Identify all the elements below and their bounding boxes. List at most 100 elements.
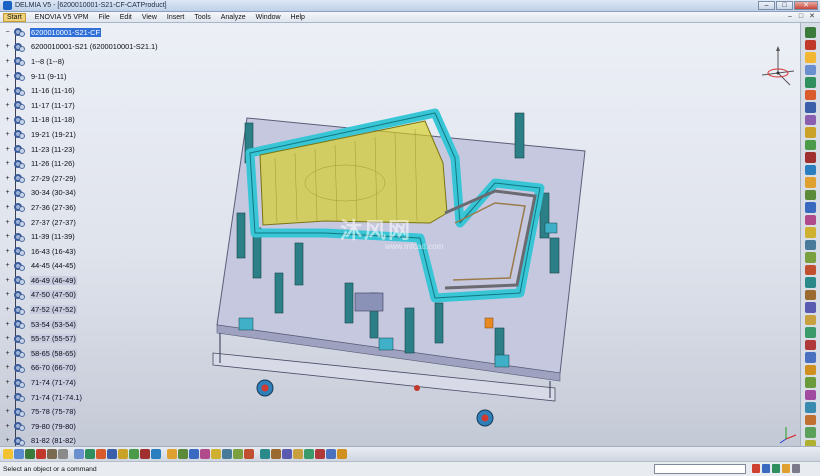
toolbar-tool-icon[interactable] bbox=[805, 64, 816, 75]
toolbar-tool-icon[interactable] bbox=[805, 127, 816, 138]
toolbar-tool-icon[interactable] bbox=[36, 449, 46, 459]
toolbar-tool-icon[interactable] bbox=[282, 449, 292, 459]
toolbar-tool-icon[interactable] bbox=[805, 102, 816, 113]
tree-node[interactable]: +47-52 (47-52) bbox=[4, 302, 164, 317]
toolbar-tool-icon[interactable] bbox=[805, 189, 816, 200]
toolbar-tool-icon[interactable] bbox=[805, 214, 816, 225]
menu-help[interactable]: Help bbox=[286, 14, 310, 21]
command-input[interactable] bbox=[654, 464, 746, 474]
expand-icon[interactable]: + bbox=[4, 175, 11, 182]
toolbar-tool-icon[interactable] bbox=[805, 77, 816, 88]
toolbar-tool-icon[interactable] bbox=[244, 449, 254, 459]
tree-node[interactable]: +16-43 (16-43) bbox=[4, 244, 164, 259]
tree-node[interactable]: +27-37 (27-37) bbox=[4, 215, 164, 230]
toolbar-tool-icon[interactable] bbox=[805, 352, 816, 363]
menu-window[interactable]: Window bbox=[251, 14, 286, 21]
toolbar-tool-icon[interactable] bbox=[805, 277, 816, 288]
expand-icon[interactable]: + bbox=[4, 102, 11, 109]
tree-node[interactable]: +11-39 (11-39) bbox=[4, 229, 164, 244]
expand-icon[interactable]: + bbox=[4, 73, 11, 80]
expand-icon[interactable]: + bbox=[4, 423, 11, 430]
toolbar-tool-icon[interactable] bbox=[85, 449, 95, 459]
expand-icon[interactable]: + bbox=[4, 43, 11, 50]
menu-edit[interactable]: Edit bbox=[115, 14, 137, 21]
menu-view[interactable]: View bbox=[137, 14, 162, 21]
toolbar-tool-icon[interactable] bbox=[118, 449, 128, 459]
menu-tools[interactable]: Tools bbox=[189, 14, 215, 21]
tray-icon[interactable] bbox=[752, 464, 760, 473]
minimize-button[interactable]: – bbox=[758, 1, 775, 10]
tray-icon[interactable] bbox=[792, 464, 800, 473]
tree-root[interactable]: − 6200010001-S21-CF bbox=[4, 25, 164, 40]
toolbar-tool-icon[interactable] bbox=[74, 449, 84, 459]
tree-node[interactable]: +81-82 (81-82) bbox=[4, 434, 164, 446]
expand-icon[interactable]: + bbox=[4, 306, 11, 313]
expand-icon[interactable]: + bbox=[4, 160, 11, 167]
toolbar-tool-icon[interactable] bbox=[805, 164, 816, 175]
expand-icon[interactable]: + bbox=[4, 350, 11, 357]
collapse-icon[interactable]: − bbox=[4, 29, 11, 36]
toolbar-tool-icon[interactable] bbox=[3, 449, 13, 459]
toolbar-tool-icon[interactable] bbox=[805, 389, 816, 400]
toolbar-tool-icon[interactable] bbox=[167, 449, 177, 459]
tree-node[interactable]: +44-45 (44-45) bbox=[4, 259, 164, 274]
toolbar-tool-icon[interactable] bbox=[805, 52, 816, 63]
toolbar-tool-icon[interactable] bbox=[805, 227, 816, 238]
expand-icon[interactable]: + bbox=[4, 233, 11, 240]
3d-viewport[interactable]: 沐风网 www.mfcad.com − 6200010001-S21-CF +6… bbox=[0, 23, 800, 446]
toolbar-tool-icon[interactable] bbox=[805, 289, 816, 300]
toolbar-tool-icon[interactable] bbox=[315, 449, 325, 459]
tree-node[interactable]: +79-80 (79-80) bbox=[4, 419, 164, 434]
expand-icon[interactable]: + bbox=[4, 437, 11, 444]
toolbar-tool-icon[interactable] bbox=[211, 449, 221, 459]
doc-restore-button[interactable]: □ bbox=[797, 13, 805, 21]
menu-insert[interactable]: Insert bbox=[162, 14, 190, 21]
toolbar-tool-icon[interactable] bbox=[805, 264, 816, 275]
toolbar-tool-icon[interactable] bbox=[178, 449, 188, 459]
tray-icon[interactable] bbox=[782, 464, 790, 473]
toolbar-tool-icon[interactable] bbox=[805, 314, 816, 325]
toolbar-tool-icon[interactable] bbox=[58, 449, 68, 459]
expand-icon[interactable]: + bbox=[4, 58, 11, 65]
expand-icon[interactable]: + bbox=[4, 116, 11, 123]
expand-icon[interactable]: + bbox=[4, 335, 11, 342]
expand-icon[interactable]: + bbox=[4, 379, 11, 386]
toolbar-tool-icon[interactable] bbox=[337, 449, 347, 459]
tree-node[interactable]: +75-78 (75-78) bbox=[4, 404, 164, 419]
tree-node[interactable]: +71-74 (71-74.1) bbox=[4, 390, 164, 405]
expand-icon[interactable]: + bbox=[4, 394, 11, 401]
toolbar-tool-icon[interactable] bbox=[222, 449, 232, 459]
tree-node[interactable]: +55-57 (55-57) bbox=[4, 331, 164, 346]
toolbar-tool-icon[interactable] bbox=[96, 449, 106, 459]
tree-node[interactable]: +27-29 (27-29) bbox=[4, 171, 164, 186]
toolbar-tool-icon[interactable] bbox=[293, 449, 303, 459]
expand-icon[interactable]: + bbox=[4, 364, 11, 371]
toolbar-tool-icon[interactable] bbox=[805, 302, 816, 313]
toolbar-tool-icon[interactable] bbox=[233, 449, 243, 459]
menu-enovia[interactable]: ENOVIA V5 VPM bbox=[30, 14, 94, 21]
toolbar-tool-icon[interactable] bbox=[805, 339, 816, 350]
expand-icon[interactable]: + bbox=[4, 291, 11, 298]
tree-node[interactable]: +47-50 (47-50) bbox=[4, 288, 164, 303]
expand-icon[interactable]: + bbox=[4, 262, 11, 269]
expand-icon[interactable]: + bbox=[4, 146, 11, 153]
tree-node[interactable]: +30-34 (30-34) bbox=[4, 186, 164, 201]
tree-node[interactable]: +53-54 (53-54) bbox=[4, 317, 164, 332]
tree-node[interactable]: +11-23 (11-23) bbox=[4, 142, 164, 157]
expand-icon[interactable]: + bbox=[4, 131, 11, 138]
toolbar-tool-icon[interactable] bbox=[805, 139, 816, 150]
toolbar-tool-icon[interactable] bbox=[805, 377, 816, 388]
toolbar-tool-icon[interactable] bbox=[805, 89, 816, 100]
toolbar-tool-icon[interactable] bbox=[805, 252, 816, 263]
toolbar-tool-icon[interactable] bbox=[200, 449, 210, 459]
menu-analyze[interactable]: Analyze bbox=[216, 14, 251, 21]
compass-icon[interactable] bbox=[758, 45, 798, 91]
expand-icon[interactable]: + bbox=[4, 204, 11, 211]
fixture-3d-model[interactable] bbox=[195, 63, 615, 443]
tree-node[interactable]: +11-17 (11-17) bbox=[4, 98, 164, 113]
toolbar-tool-icon[interactable] bbox=[47, 449, 57, 459]
menu-start[interactable]: Start bbox=[3, 12, 26, 22]
doc-minimize-button[interactable]: – bbox=[786, 13, 794, 21]
toolbar-tool-icon[interactable] bbox=[805, 327, 816, 338]
menu-file[interactable]: File bbox=[93, 14, 114, 21]
